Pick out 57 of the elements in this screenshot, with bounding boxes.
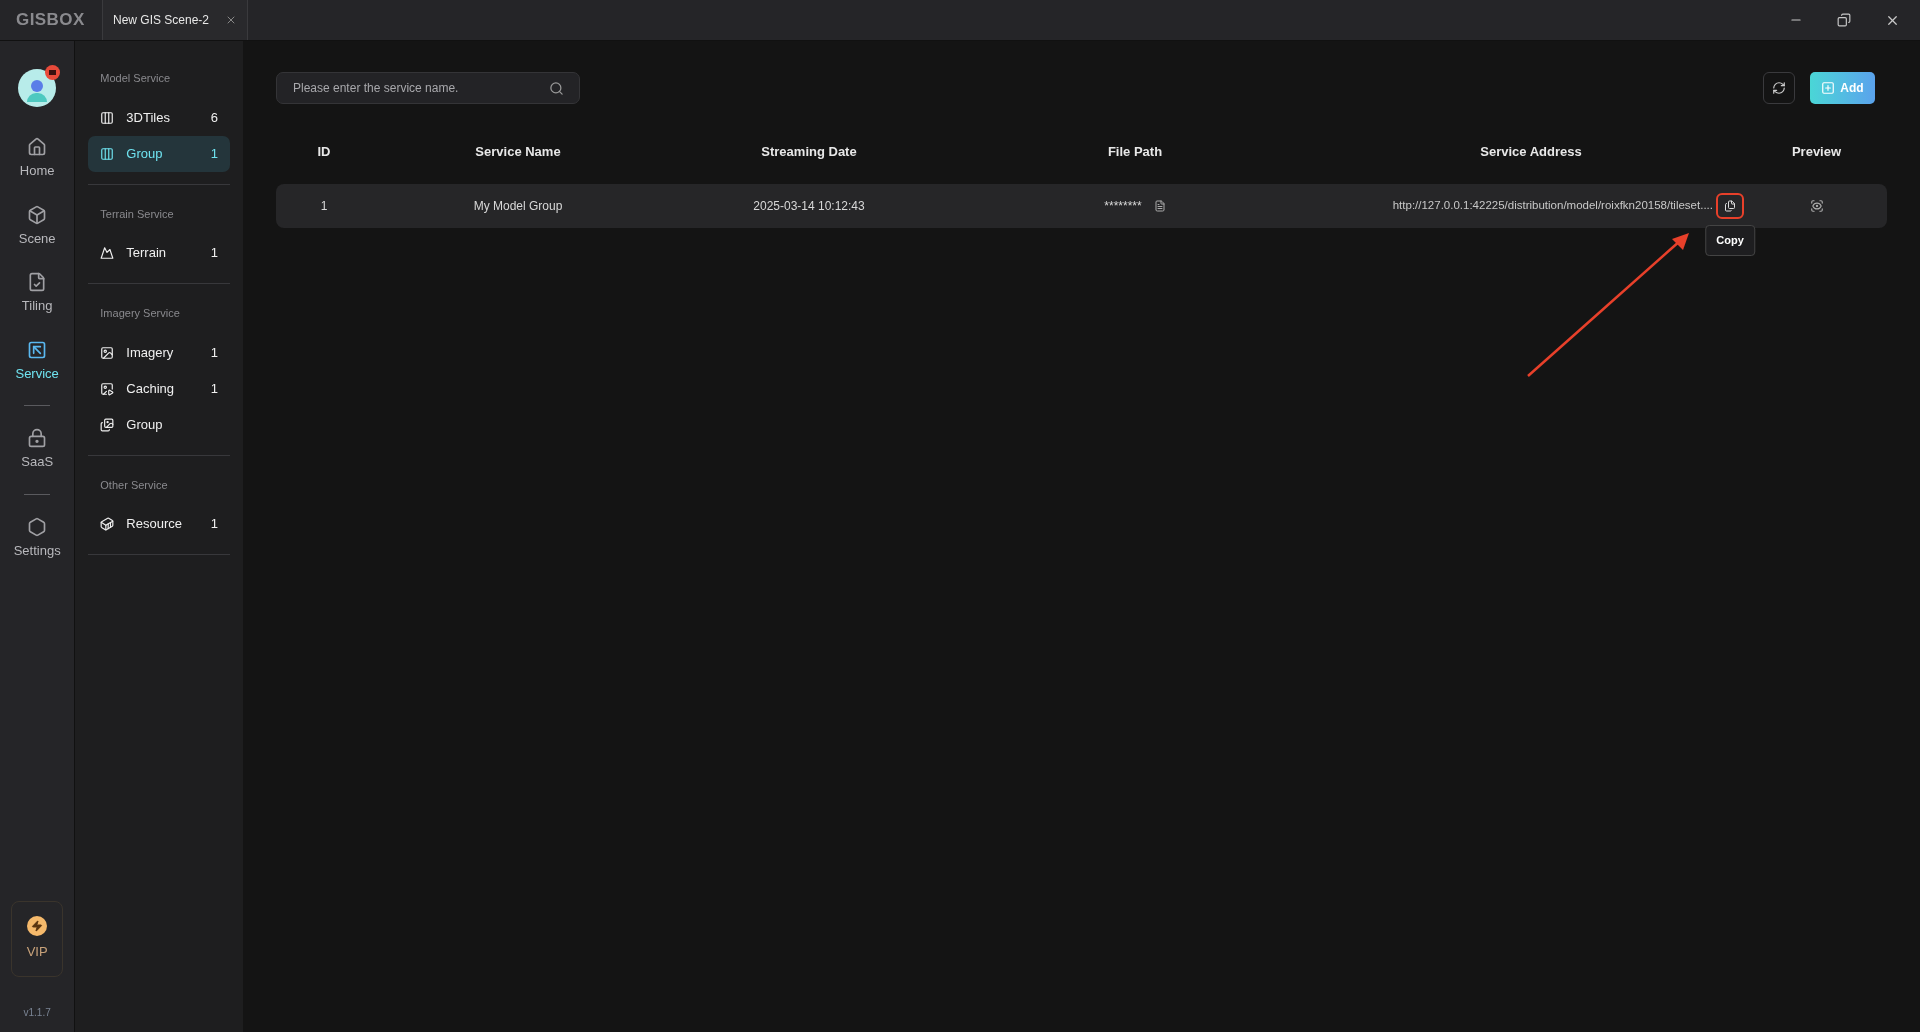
lock-icon bbox=[27, 428, 48, 448]
column-header: Preview bbox=[1790, 143, 1843, 162]
columns-icon bbox=[100, 110, 115, 125]
restore-icon[interactable] bbox=[1837, 13, 1851, 27]
column-header: Service Address bbox=[1479, 143, 1583, 162]
column-header: Service Name bbox=[474, 143, 562, 162]
columns-icon bbox=[100, 146, 115, 161]
section-title: Model Service bbox=[99, 71, 171, 86]
plus-icon bbox=[1821, 81, 1836, 95]
table-cell-text: 2025-03-14 10:12:43 bbox=[752, 198, 866, 215]
column-header: File Path bbox=[1106, 143, 1164, 162]
table-cell-text: http://127.0.0.1:42225/distribution/model/roixfkn20158/tileset.... bbox=[1392, 198, 1713, 214]
nav-item[interactable]: Settings bbox=[0, 504, 75, 572]
sidebar-item[interactable]: Group 1 bbox=[88, 135, 230, 172]
refresh-button[interactable] bbox=[1763, 72, 1795, 104]
tooltip: Copy bbox=[1705, 225, 1755, 256]
sidebar-item[interactable]: Imagery 1 bbox=[88, 334, 230, 371]
app-logo: GISBOX bbox=[16, 9, 85, 32]
mountain-icon bbox=[100, 246, 115, 260]
image-play-icon bbox=[100, 381, 115, 396]
nav-item[interactable]: Home bbox=[0, 125, 75, 193]
sidebar-item[interactable]: Caching 1 bbox=[88, 370, 230, 407]
section-title: Other Service bbox=[99, 477, 169, 493]
preview-icon[interactable] bbox=[1809, 199, 1824, 213]
sidebar-item[interactable]: 3DTiles 6 bbox=[88, 99, 230, 136]
column-header: ID bbox=[316, 143, 332, 162]
vip-button[interactable]: VIP bbox=[11, 901, 64, 977]
container-icon bbox=[100, 517, 115, 531]
nav-item[interactable]: Service bbox=[0, 327, 75, 395]
hexagon-icon bbox=[27, 516, 48, 537]
section-title: Terrain Service bbox=[99, 206, 175, 222]
sidebar-item[interactable]: Resource 1 bbox=[88, 506, 230, 542]
lightning-icon bbox=[27, 916, 48, 937]
sidebar-item[interactable]: Group bbox=[88, 406, 230, 443]
section-title: Imagery Service bbox=[99, 306, 181, 321]
table-cell-text: 1 bbox=[319, 198, 329, 215]
table-cell-text: ******** bbox=[1104, 198, 1142, 215]
image-icon bbox=[100, 345, 115, 360]
refresh-icon bbox=[1772, 81, 1786, 95]
arrow-square-icon bbox=[27, 339, 48, 360]
search-icon[interactable] bbox=[549, 81, 564, 96]
table-cell-text: My Model Group bbox=[472, 198, 564, 215]
home-icon bbox=[27, 137, 48, 157]
images-icon bbox=[100, 417, 115, 432]
cube-icon bbox=[27, 204, 48, 225]
message-badge-icon bbox=[45, 65, 61, 80]
file-icon[interactable] bbox=[1153, 200, 1166, 212]
scene-tab[interactable]: New GIS Scene-2 bbox=[103, 0, 249, 40]
nav-item[interactable]: Scene bbox=[0, 192, 75, 260]
file-check-icon bbox=[27, 272, 48, 292]
search-field[interactable]: Please enter the service name. bbox=[276, 72, 580, 104]
nav-item[interactable]: Tiling bbox=[0, 260, 75, 328]
copy-icon bbox=[1724, 200, 1736, 212]
sidebar-item[interactable]: Terrain 1 bbox=[88, 235, 230, 271]
nav-item[interactable]: SaaS bbox=[0, 416, 75, 484]
column-header: Streaming Date bbox=[760, 143, 858, 162]
version-label: v1.1.7 bbox=[23, 1006, 51, 1020]
